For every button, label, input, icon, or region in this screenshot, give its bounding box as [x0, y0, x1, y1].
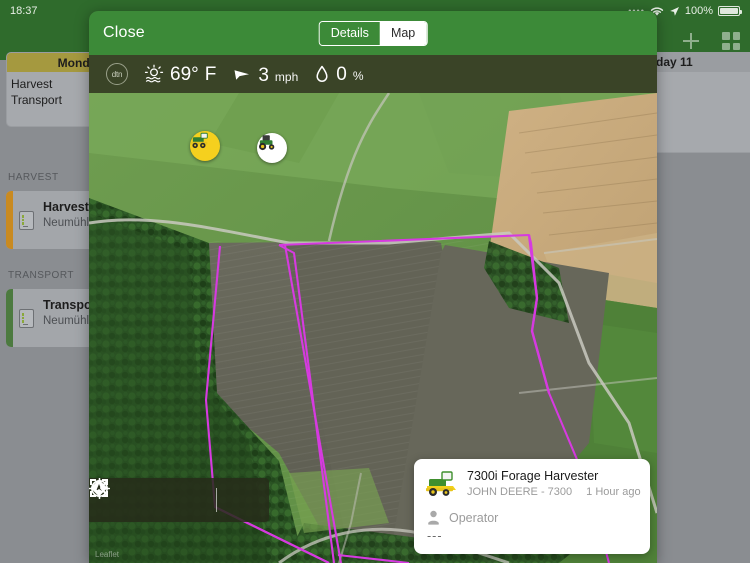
document-list-icon: [13, 289, 39, 347]
temperature-unit: F: [204, 64, 217, 85]
map-attribution[interactable]: Leaflet: [95, 550, 119, 559]
grid-view-icon[interactable]: [722, 32, 740, 50]
status-bar-time: 18:37: [10, 5, 38, 17]
right-day-title: riday 11: [644, 52, 750, 71]
double-chevron-left-icon: [92, 480, 108, 496]
humidity-readout: 0 %: [314, 64, 364, 85]
view-segmented-control[interactable]: Details Map: [318, 20, 428, 46]
weather-bar: dtn 69° F 3 mph 0 %: [89, 55, 657, 93]
screen: 18:37 •••• 100% Monday Harvest: [0, 0, 750, 563]
sun-haze-icon: [144, 64, 164, 83]
accent-bar: [6, 191, 13, 249]
section-label-harvest: HARVEST: [8, 172, 59, 183]
tab-details[interactable]: Details: [319, 21, 380, 45]
wind-value: 3: [258, 64, 269, 86]
operator-value: ---: [427, 529, 443, 543]
tractor-icon: [259, 135, 275, 151]
water-drop-icon: [316, 65, 328, 82]
battery-percent-label: 100%: [684, 5, 713, 17]
person-icon: [427, 510, 440, 525]
section-label-transport: TRANSPORT: [8, 270, 74, 281]
machine-detail-modal: Close Details Map dtn 69° F 3 mph 0 % Le…: [89, 11, 657, 563]
wind-readout: 3 mph: [232, 64, 298, 85]
operator-label: Operator: [449, 510, 499, 525]
wind-unit: mph: [274, 69, 299, 84]
humidity-value: 0: [336, 64, 347, 85]
collapse-button[interactable]: [92, 478, 257, 522]
dtn-logo-icon: dtn: [106, 63, 128, 85]
document-list-icon: [13, 191, 39, 249]
temperature-readout: 69° F: [144, 64, 216, 84]
sidebar-item-title: Harvest:: [43, 200, 94, 214]
machine-info-card[interactable]: 7300i Forage Harvester JOHN DEERE - 7300…: [414, 459, 650, 554]
machine-model: JOHN DEERE - 7300: [467, 486, 573, 498]
wind-direction-arrow-icon: [234, 69, 250, 80]
humidity-unit: %: [352, 69, 364, 83]
temperature-value: 69°: [170, 64, 199, 85]
forage-harvester-marker[interactable]: [190, 131, 220, 161]
map-toolbar: [89, 478, 269, 522]
forage-harvester-icon: [191, 132, 208, 149]
locate-button[interactable]: [89, 478, 175, 522]
right-day-column: riday 11: [642, 52, 750, 563]
accent-bar: [6, 289, 13, 347]
modal-header: Close Details Map: [89, 11, 657, 55]
machine-last-seen: 1 Hour ago: [586, 486, 641, 498]
machine-title: 7300i Forage Harvester: [467, 469, 599, 483]
plus-icon[interactable]: [682, 32, 700, 50]
tab-map[interactable]: Map: [379, 21, 427, 45]
right-day-card[interactable]: [644, 71, 750, 153]
close-button[interactable]: Close: [103, 24, 145, 42]
location-arrow-icon: [670, 6, 679, 16]
forage-harvester-icon: [425, 469, 459, 497]
sidebar-item-subtitle: Neumühle: [43, 217, 96, 229]
toolbar-divider: [215, 488, 217, 512]
map-view[interactable]: Leaflet 7300i Forage Harvester JOHN DEER…: [89, 93, 657, 563]
battery-full-icon: [718, 6, 742, 16]
tractor-marker[interactable]: [257, 133, 287, 163]
navigation-button[interactable]: [91, 478, 213, 522]
